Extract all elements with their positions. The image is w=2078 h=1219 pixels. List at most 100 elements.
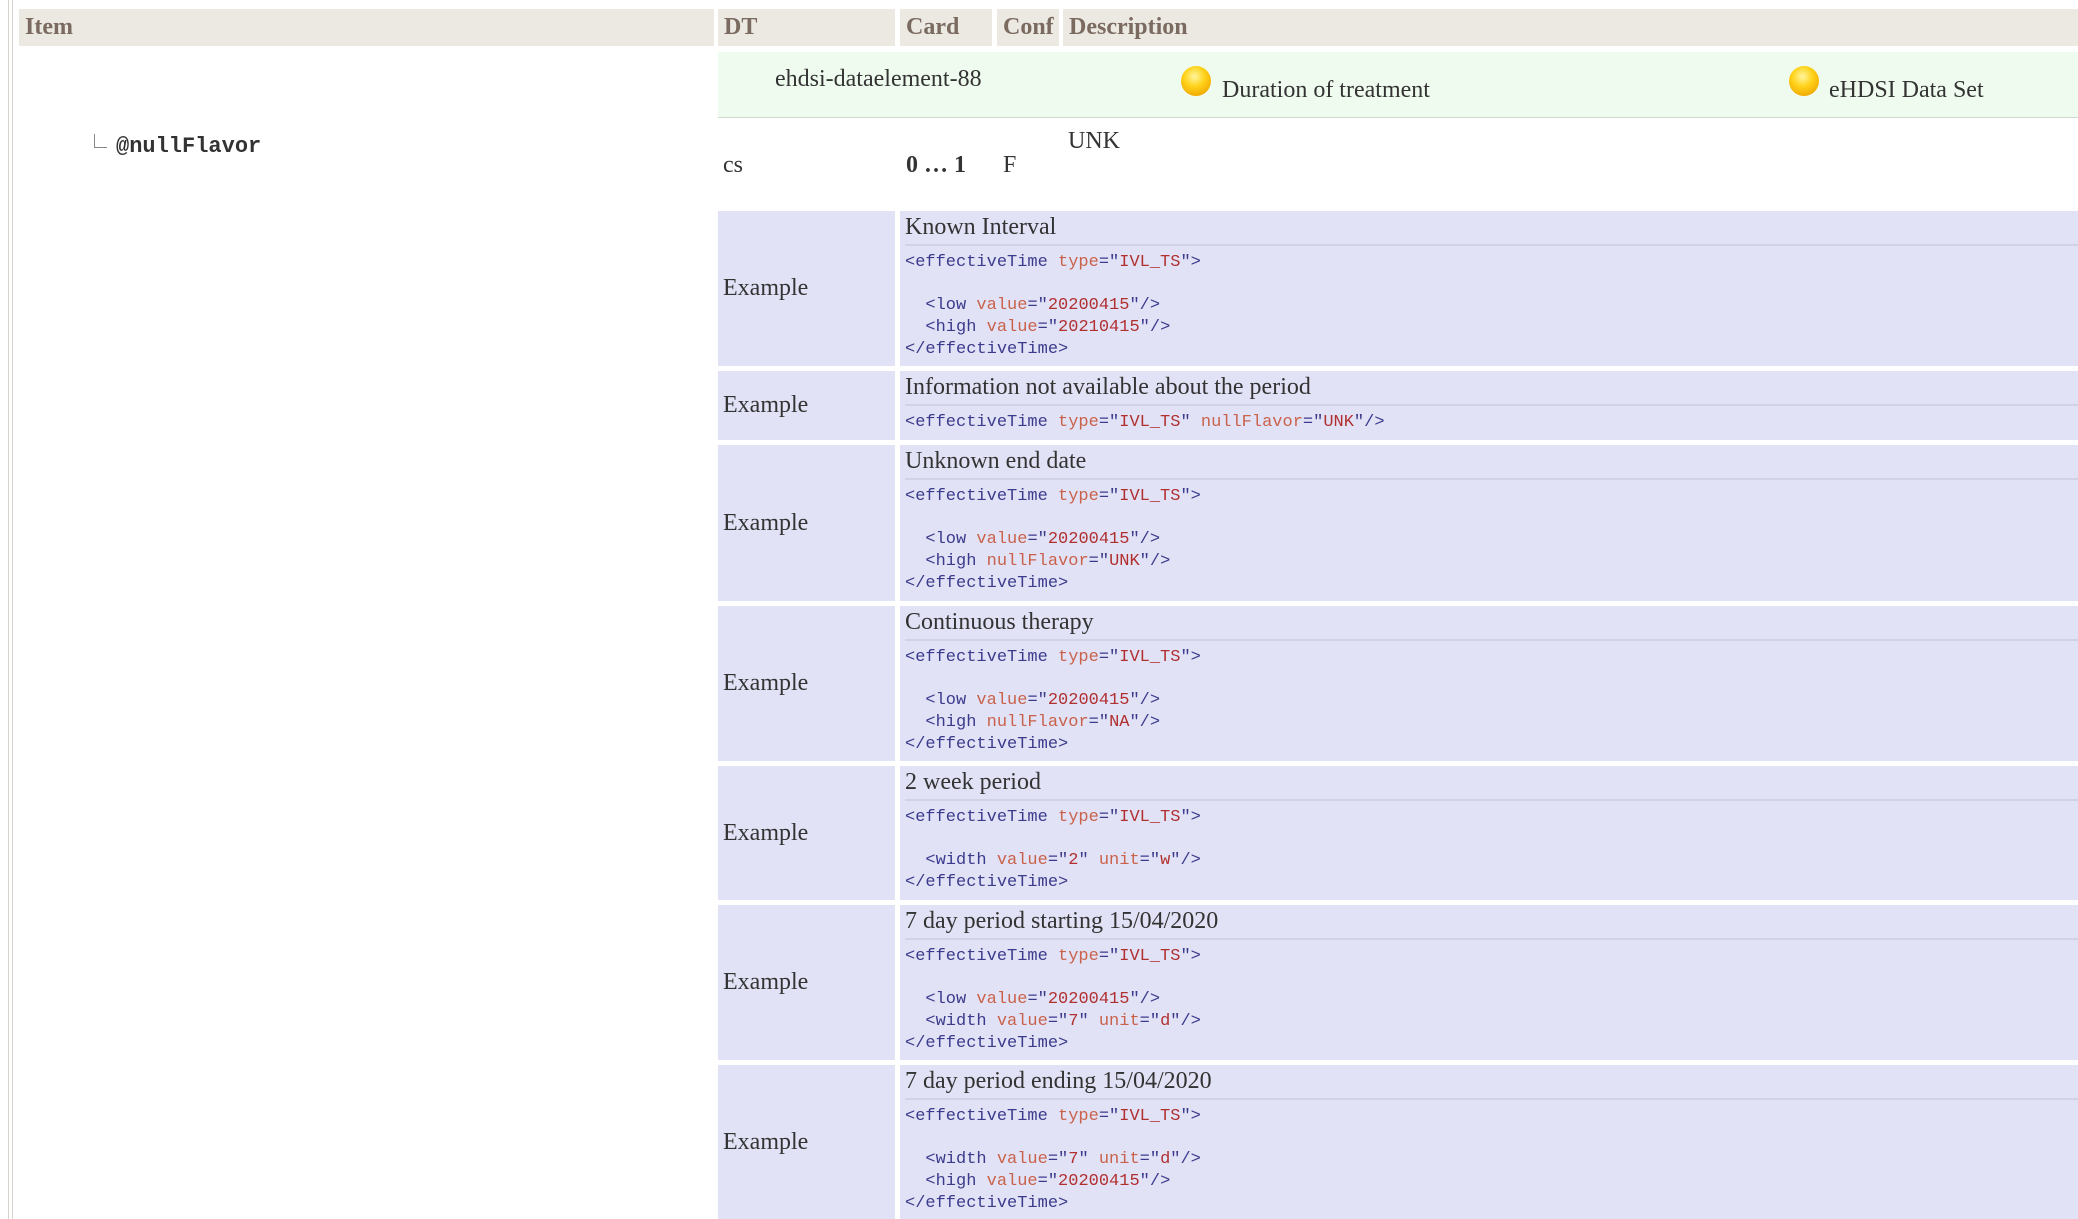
code-token: <effectiveTime	[905, 1107, 1059, 1126]
code-token: d	[1160, 1012, 1171, 1032]
code-token: ="	[1088, 713, 1110, 733]
code-line: <effectiveTime type="IVL_TS">	[905, 1106, 2078, 1128]
code-token: ="	[1139, 851, 1161, 871]
code-token: "	[1078, 1150, 1099, 1170]
example-title: 2 week period	[905, 766, 2078, 801]
concept-dataset[interactable]: eHDSI Data Set	[1829, 77, 1984, 104]
code-line: <high value="20210415"/>	[905, 317, 2078, 339]
code-token: type	[1058, 253, 1099, 272]
code-token: ="	[1098, 487, 1120, 506]
code-token: ="	[1027, 990, 1048, 1010]
code-token: ="	[1088, 552, 1110, 572]
code-token: IVL_TS	[1119, 1107, 1181, 1126]
code-token: 20200415	[1047, 530, 1130, 550]
code-token: nullFlavor	[986, 552, 1089, 572]
code-token: UNK	[1109, 552, 1140, 572]
code-token: <effectiveTime	[905, 253, 1059, 272]
code-token: <effectiveTime	[905, 808, 1059, 827]
code-token: "/>	[1129, 530, 1161, 550]
code-line: <effectiveTime type="IVL_TS">	[905, 807, 2078, 829]
code-token: "/>	[1170, 1012, 1201, 1032]
code-token: ="	[1047, 1150, 1069, 1170]
dataset-ball-icon	[1789, 66, 1819, 96]
code-token: ="	[1098, 648, 1120, 667]
code-line: </effectiveTime>	[905, 872, 2078, 894]
code-token: <width	[905, 1150, 997, 1170]
code-token: ">	[1180, 1107, 1201, 1126]
code-line: <high value="20200415"/>	[905, 1171, 2078, 1193]
code-token: value	[996, 1012, 1048, 1032]
code-token: ="	[1139, 1150, 1161, 1170]
attribute-conformance: F	[1003, 152, 1017, 178]
code-token: <low	[905, 990, 977, 1010]
code-line: </effectiveTime>	[905, 573, 2078, 595]
code-token: ">	[1180, 947, 1201, 966]
code-token: ="	[1098, 253, 1120, 272]
code-token: ="	[1027, 530, 1048, 550]
example-body: 7 day period ending 15/04/2020 <effective…	[900, 1065, 2078, 1219]
example-title: Continuous therapy	[905, 606, 2078, 641]
example-title: 7 day period starting 15/04/2020	[905, 905, 2078, 940]
concept-id[interactable]: ehdsi-dataelement-88	[775, 66, 982, 93]
code-line: <effectiveTime type="IVL_TS">	[905, 486, 2078, 508]
code-token: ">	[1180, 253, 1201, 272]
example-label: Example	[718, 211, 895, 366]
code-token: </effectiveTime>	[905, 573, 1069, 593]
code-token: 20210415	[1058, 318, 1140, 338]
column-header-dt: DT	[718, 9, 895, 46]
code-token: NA	[1109, 713, 1130, 733]
code-token: w	[1160, 851, 1171, 871]
column-header-conf: Conf	[997, 9, 1059, 46]
example-title: 7 day period ending 15/04/2020	[905, 1065, 2078, 1100]
attribute-value: UNK	[1068, 128, 1120, 154]
code-token: </effectiveTime>	[905, 734, 1069, 754]
code-token: unit	[1098, 1012, 1140, 1032]
code-line: <width value="7" unit="d"/>	[905, 1011, 2078, 1033]
code-token: "/>	[1353, 413, 1385, 432]
code-token: <effectiveTime	[905, 487, 1059, 506]
code-token: "/>	[1139, 1172, 1171, 1192]
code-token: "/>	[1139, 552, 1171, 572]
concept-ball-icon	[1181, 66, 1211, 96]
example-code: <effectiveTime type="IVL_TS"> <low value…	[905, 946, 2078, 1055]
code-token: value	[976, 990, 1028, 1010]
example-label: Example	[718, 766, 895, 900]
code-line: <effectiveTime type="IVL_TS">	[905, 252, 2078, 274]
code-token: IVL_TS	[1119, 413, 1181, 432]
code-line: <high nullFlavor="UNK"/>	[905, 551, 2078, 573]
concept-name[interactable]: Duration of treatment	[1222, 77, 1430, 104]
code-token: <high	[905, 552, 987, 572]
code-token: <width	[905, 851, 997, 871]
example-code: <effectiveTime type="IVL_TS"> <low value…	[905, 252, 2078, 361]
code-token: d	[1160, 1150, 1171, 1170]
example-code: <effectiveTime type="IVL_TS"> <width val…	[905, 1106, 2078, 1215]
attribute-cardinality: 0 … 1	[906, 152, 966, 178]
example-label: Example	[718, 445, 895, 601]
code-token: 20200415	[1047, 990, 1130, 1010]
frame-border	[8, 0, 9, 1219]
code-token: "/>	[1129, 691, 1161, 711]
code-token: <effectiveTime	[905, 648, 1059, 667]
code-token: <effectiveTime	[905, 413, 1059, 432]
code-token: </effectiveTime>	[905, 1193, 1069, 1213]
column-header-card: Card	[900, 9, 992, 46]
code-token: ="	[1037, 318, 1059, 338]
concept-row: ehdsi-dataelement-88 Duration of treatme…	[718, 52, 2078, 118]
code-token: <low	[905, 691, 977, 711]
example-code: <effectiveTime type="IVL_TS"> <low value…	[905, 647, 2078, 756]
code-token: ="	[1098, 1107, 1120, 1126]
code-token: value	[976, 296, 1028, 316]
example-label: Example	[718, 905, 895, 1060]
code-token: <high	[905, 1172, 987, 1192]
code-token: IVL_TS	[1119, 487, 1181, 506]
code-line: <low value="20200415"/>	[905, 690, 2078, 712]
code-token: <width	[905, 1012, 997, 1032]
attribute-datatype: cs	[723, 152, 743, 178]
code-token: ="	[1098, 808, 1120, 827]
code-token: "	[1078, 851, 1099, 871]
code-line: <low value="20200415"/>	[905, 295, 2078, 317]
example-body: Information not available about the peri…	[900, 371, 2078, 440]
